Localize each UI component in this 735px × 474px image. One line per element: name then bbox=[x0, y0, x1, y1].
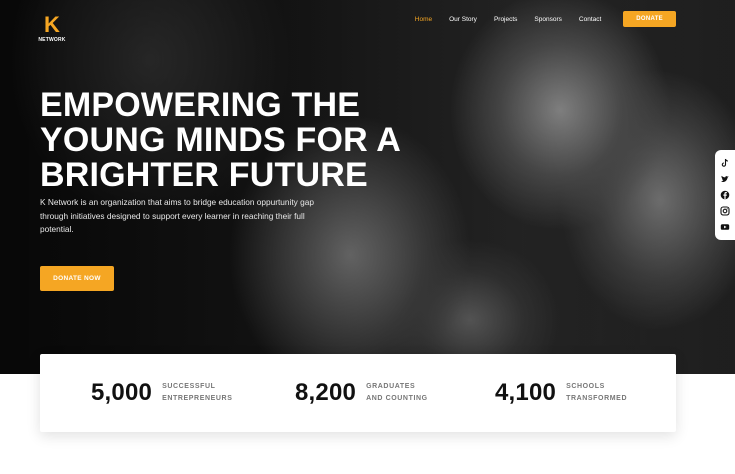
nav-contact[interactable]: Contact bbox=[579, 16, 601, 23]
stat-entrepreneurs: 5,000 SUCCESSFUL ENTREPRENEURS bbox=[91, 354, 242, 432]
donate-now-button[interactable]: DONATE NOW bbox=[40, 266, 114, 291]
logo-wordmark: NETWORK bbox=[38, 37, 66, 43]
stat-label-line: TRANSFORMED bbox=[566, 395, 628, 402]
logo-letter: K bbox=[44, 12, 60, 37]
stat-label-line: SUCCESSFUL bbox=[162, 383, 216, 390]
stat-label: SCHOOLS TRANSFORMED bbox=[566, 381, 646, 405]
social-sidebar bbox=[715, 150, 735, 240]
stat-label: GRADUATES AND COUNTING bbox=[366, 381, 446, 405]
stat-number: 4,100 bbox=[495, 379, 557, 406]
nav-donate-button[interactable]: DONATE bbox=[623, 11, 676, 27]
stat-number: 5,000 bbox=[91, 379, 153, 406]
stat-label-line: ENTREPRENEURS bbox=[162, 395, 233, 402]
stat-schools: 4,100 SCHOOLS TRANSFORMED bbox=[495, 354, 646, 432]
hero-intro: K Network is an organization that aims t… bbox=[40, 197, 314, 234]
stat-label: SUCCESSFUL ENTREPRENEURS bbox=[162, 381, 242, 405]
tiktok-icon[interactable] bbox=[720, 158, 730, 168]
nav-sponsors[interactable]: Sponsors bbox=[534, 16, 561, 23]
main-nav: Home Our Story Projects Sponsors Contact… bbox=[398, 11, 676, 27]
nav-home[interactable]: Home bbox=[415, 16, 432, 23]
nav-projects[interactable]: Projects bbox=[494, 16, 517, 23]
facebook-icon[interactable] bbox=[720, 190, 730, 200]
nav-our-story[interactable]: Our Story bbox=[449, 16, 477, 23]
instagram-icon[interactable] bbox=[720, 206, 730, 216]
stat-graduates: 8,200 GRADUATES AND COUNTING bbox=[295, 354, 446, 432]
stat-label-line: AND COUNTING bbox=[366, 395, 428, 402]
stats-card: 5,000 SUCCESSFUL ENTREPRENEURS 8,200 GRA… bbox=[40, 354, 676, 432]
hero-banner: K NETWORK Home Our Story Projects Sponso… bbox=[0, 0, 735, 374]
brand-logo[interactable]: K NETWORK bbox=[38, 12, 66, 44]
hero-headline: EMPOWERING THE YOUNG MINDS FOR A BRIGHTE… bbox=[40, 86, 400, 194]
stat-label-line: SCHOOLS bbox=[566, 383, 605, 390]
stat-label-line: GRADUATES bbox=[366, 383, 416, 390]
stat-number: 8,200 bbox=[295, 379, 357, 406]
twitter-icon[interactable] bbox=[720, 174, 730, 184]
youtube-icon[interactable] bbox=[720, 222, 730, 232]
